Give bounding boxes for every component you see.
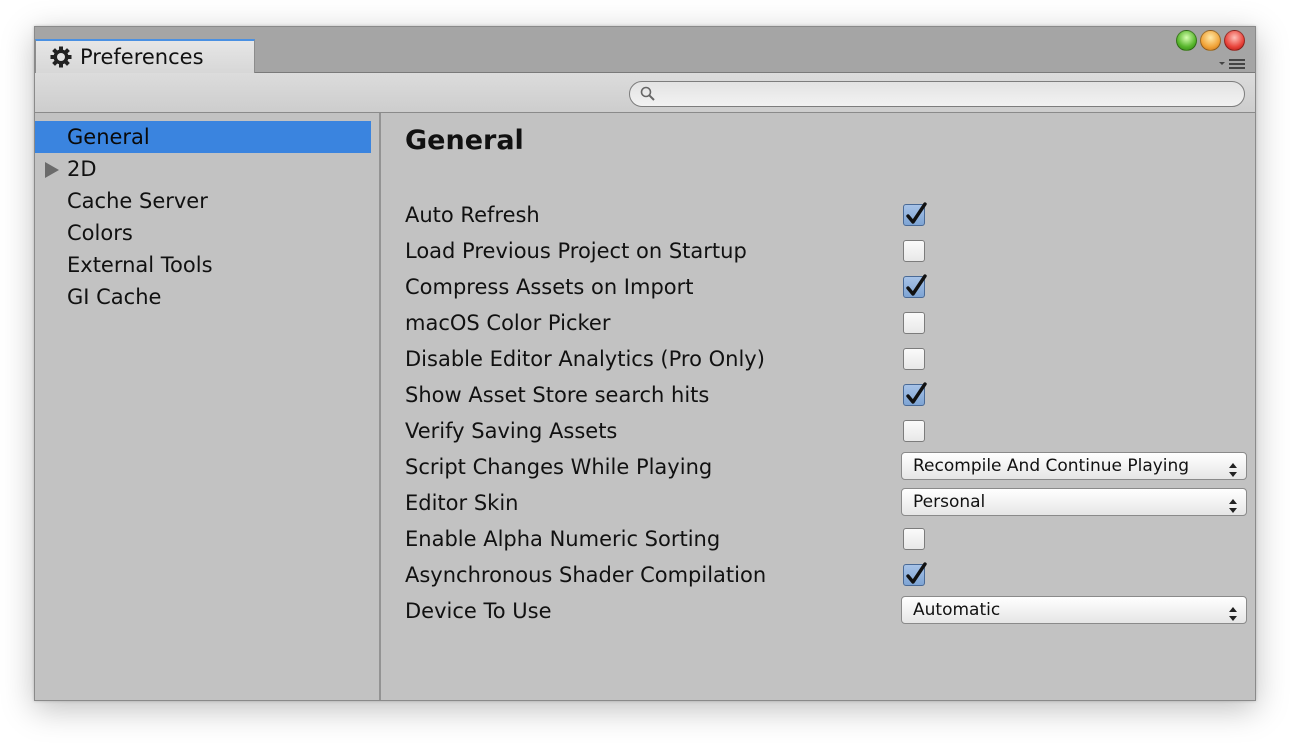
setting-label: Load Previous Project on Startup — [405, 239, 747, 263]
setting-label: Editor Skin — [405, 491, 519, 515]
setting-alpha-numeric-sorting: Enable Alpha Numeric Sorting — [405, 522, 1255, 558]
setting-label: Device To Use — [405, 599, 552, 623]
sidebar-item-label: GI Cache — [67, 285, 162, 309]
setting-label: Auto Refresh — [405, 203, 540, 227]
window-controls — [1176, 30, 1245, 51]
sidebar-item-label: External Tools — [67, 253, 213, 277]
setting-device-to-use: Device To Use Automatic — [405, 594, 1255, 630]
auto-refresh-checkbox[interactable] — [903, 201, 928, 227]
setting-label: macOS Color Picker — [405, 311, 611, 335]
setting-label: Enable Alpha Numeric Sorting — [405, 527, 721, 551]
search-box — [629, 81, 1245, 107]
setting-label: Disable Editor Analytics (Pro Only) — [405, 347, 765, 371]
setting-label: Show Asset Store search hits — [405, 383, 710, 407]
sidebar-item-label: Cache Server — [67, 189, 208, 213]
gear-icon — [50, 46, 72, 68]
setting-show-asset-store-hits: Show Asset Store search hits — [405, 378, 1255, 414]
setting-label: Asynchronous Shader Compilation — [405, 563, 767, 587]
sidebar-item-2d[interactable]: 2D — [35, 153, 371, 185]
sidebar-item-cache-server[interactable]: Cache Server — [35, 185, 371, 217]
setting-label: Script Changes While Playing — [405, 455, 713, 479]
disable-editor-analytics-checkbox[interactable] — [903, 348, 925, 370]
toolbar — [35, 73, 1255, 113]
sidebar-item-colors[interactable]: Colors — [35, 217, 371, 249]
show-asset-store-hits-checkbox[interactable] — [903, 381, 928, 407]
tab-preferences[interactable]: Preferences — [35, 39, 255, 73]
setting-macos-color-picker: macOS Color Picker — [405, 306, 1255, 342]
dropdown-value: Recompile And Continue Playing — [913, 456, 1190, 476]
checkmark-icon — [904, 273, 928, 299]
dropdown-value: Personal — [913, 492, 986, 512]
settings-panel: General Auto Refresh Load Previous Proje… — [381, 113, 1255, 700]
updown-arrows-icon — [1229, 495, 1237, 513]
async-shader-compilation-checkbox[interactable] — [903, 561, 928, 587]
checkmark-icon — [904, 201, 928, 227]
sidebar-item-general[interactable]: General — [35, 121, 371, 153]
setting-label: Verify Saving Assets — [405, 419, 618, 443]
sidebar-item-label: Colors — [67, 221, 133, 245]
compress-assets-checkbox[interactable] — [903, 273, 928, 299]
title-bar: Preferences — [35, 27, 1255, 73]
editor-skin-dropdown[interactable]: Personal — [901, 488, 1247, 516]
search-icon — [640, 86, 656, 102]
sidebar: General 2D Cache Server Colors External … — [35, 113, 381, 700]
device-to-use-dropdown[interactable]: Automatic — [901, 596, 1247, 624]
preferences-window: Preferences General 2D Cache Server Colo… — [34, 26, 1256, 701]
sidebar-item-label: General — [67, 125, 150, 149]
sidebar-item-external-tools[interactable]: External Tools — [35, 249, 371, 281]
setting-script-changes-while-playing: Script Changes While Playing Recompile A… — [405, 450, 1255, 486]
setting-async-shader-compilation: Asynchronous Shader Compilation — [405, 558, 1255, 594]
tab-menu-icon[interactable] — [1219, 55, 1247, 69]
close-button[interactable] — [1224, 30, 1245, 51]
expand-arrow-icon[interactable] — [45, 162, 59, 178]
checkmark-icon — [904, 381, 928, 407]
setting-auto-refresh: Auto Refresh — [405, 198, 1255, 234]
verify-saving-assets-checkbox[interactable] — [903, 420, 925, 442]
setting-compress-assets: Compress Assets on Import — [405, 270, 1255, 306]
setting-disable-editor-analytics: Disable Editor Analytics (Pro Only) — [405, 342, 1255, 378]
tab-title: Preferences — [80, 45, 204, 69]
setting-verify-saving-assets: Verify Saving Assets — [405, 414, 1255, 450]
minimize-button[interactable] — [1200, 30, 1221, 51]
macos-color-picker-checkbox[interactable] — [903, 312, 925, 334]
setting-label: Compress Assets on Import — [405, 275, 694, 299]
dropdown-value: Automatic — [913, 600, 1001, 620]
alpha-numeric-sorting-checkbox[interactable] — [903, 528, 925, 550]
updown-arrows-icon — [1229, 459, 1237, 477]
updown-arrows-icon — [1229, 603, 1237, 621]
sidebar-item-label: 2D — [67, 157, 97, 181]
checkmark-icon — [904, 561, 928, 587]
search-input[interactable] — [662, 84, 1226, 106]
zoom-button[interactable] — [1176, 30, 1197, 51]
sidebar-item-gi-cache[interactable]: GI Cache — [35, 281, 371, 313]
setting-load-previous-project: Load Previous Project on Startup — [405, 234, 1255, 270]
script-changes-dropdown[interactable]: Recompile And Continue Playing — [901, 452, 1247, 480]
page-title: General — [405, 125, 524, 156]
setting-editor-skin: Editor Skin Personal — [405, 486, 1255, 522]
load-previous-project-checkbox[interactable] — [903, 240, 925, 262]
